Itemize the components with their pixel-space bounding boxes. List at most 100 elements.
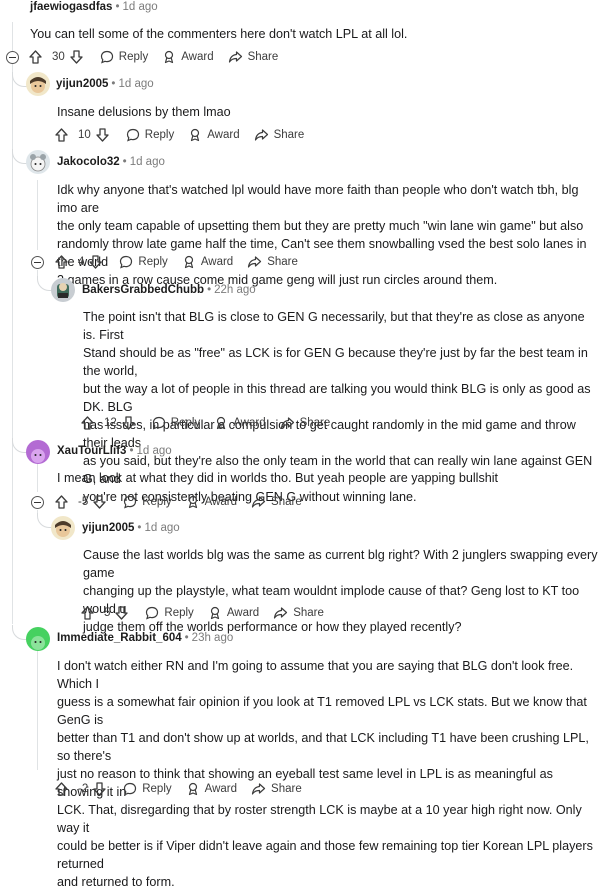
vote-score: 12 — [104, 417, 117, 429]
reply-button[interactable]: Reply — [119, 255, 168, 269]
downvote-icon[interactable] — [93, 495, 106, 509]
avatar[interactable] — [51, 278, 75, 302]
upvote-icon[interactable] — [55, 782, 68, 796]
downvote-icon[interactable] — [96, 128, 109, 142]
share-button[interactable]: Share — [280, 416, 330, 430]
share-icon — [254, 129, 268, 141]
upvote-icon[interactable] — [29, 50, 42, 64]
share-button[interactable]: Share — [251, 495, 302, 509]
reply-icon — [100, 50, 113, 64]
award-button[interactable]: Award — [186, 782, 237, 796]
vote-score: -2 — [78, 783, 89, 795]
comment-body: Idk why anyone that's watched lpl would … — [57, 183, 587, 287]
share-icon — [228, 51, 242, 63]
award-icon — [217, 416, 226, 430]
award-button[interactable]: Award — [186, 495, 237, 509]
reply-button[interactable]: Reply — [145, 606, 194, 620]
collapse-icon[interactable] — [31, 496, 44, 509]
upvote-icon[interactable] — [55, 128, 68, 142]
share-button[interactable]: Share — [251, 782, 302, 796]
award-icon — [191, 128, 200, 142]
share-button[interactable]: Share — [273, 606, 324, 620]
comment-author[interactable]: jfaewiogasdfas — [30, 1, 112, 13]
comment-body: You can tell some of the commenters here… — [30, 27, 408, 41]
reply-button[interactable]: Reply — [100, 50, 148, 64]
upvote-icon[interactable] — [55, 495, 68, 509]
share-icon — [248, 256, 262, 268]
share-button[interactable]: Share — [247, 255, 298, 269]
award-icon — [188, 782, 197, 796]
vote-group: 5 — [81, 606, 133, 620]
share-button[interactable]: Share — [254, 128, 304, 142]
vote-group: 4 — [55, 255, 107, 269]
thread-line-level2c — [37, 462, 38, 492]
avatar[interactable] — [51, 516, 75, 540]
thread-connector — [37, 513, 52, 528]
award-button[interactable]: Award — [188, 128, 240, 142]
collapse-icon[interactable] — [6, 51, 19, 64]
vote-group: -5 — [55, 495, 111, 509]
avatar[interactable] — [26, 72, 50, 96]
comment-author[interactable]: Jakocolo32 — [57, 156, 120, 168]
comment-author[interactable]: Immediate_Rabbit_604 — [57, 632, 182, 644]
comment-author[interactable]: yijun2005 — [56, 78, 108, 90]
comment-meta: yijun2005 • 1d ago — [82, 522, 180, 534]
upvote-icon[interactable] — [81, 416, 94, 430]
award-button[interactable]: Award — [162, 50, 214, 64]
award-button[interactable]: Award — [208, 606, 259, 620]
reply-button[interactable]: Reply — [152, 416, 200, 430]
comment-actions: 30 Reply Award Share — [29, 47, 292, 67]
avatar[interactable] — [26, 440, 50, 464]
downvote-icon[interactable] — [70, 50, 83, 64]
vote-score: 10 — [78, 129, 91, 141]
vote-group: 30 — [29, 50, 88, 64]
comment-body: Insane delusions by them lmao — [57, 105, 231, 119]
comment-body: I mean look at what they did in worlds t… — [57, 471, 499, 485]
downvote-icon[interactable] — [89, 255, 103, 269]
upvote-icon[interactable] — [81, 606, 94, 620]
award-button[interactable]: Award — [214, 416, 266, 430]
award-icon — [210, 606, 219, 620]
comment-author[interactable]: XauTourLlif3 — [57, 445, 126, 457]
share-icon — [251, 496, 266, 508]
comment-meta: Immediate_Rabbit_604 • 23h ago — [57, 632, 234, 644]
vote-group: 12 — [81, 416, 140, 430]
avatar[interactable] — [26, 150, 50, 174]
award-button[interactable]: Award — [182, 255, 233, 269]
comment-author[interactable]: yijun2005 — [82, 522, 134, 534]
share-button[interactable]: Share — [228, 50, 278, 64]
comment-author[interactable]: BakersGrabbedChubb — [82, 284, 204, 296]
comment-meta: Jakocolo32 • 1d ago — [57, 156, 165, 168]
comment-actions: 10 Reply Award Share — [55, 125, 318, 145]
reply-icon — [126, 128, 139, 142]
collapse-icon[interactable] — [31, 256, 44, 269]
comment-time: 1d ago — [136, 445, 172, 457]
comment-meta: yijun2005 • 1d ago — [56, 78, 154, 90]
upvote-icon[interactable] — [55, 255, 68, 269]
vote-score: 30 — [52, 51, 65, 63]
reply-button[interactable]: Reply — [123, 782, 172, 796]
vote-score: -5 — [78, 496, 89, 508]
downvote-icon[interactable] — [115, 606, 129, 620]
downvote-icon[interactable] — [122, 416, 135, 430]
thread-connector — [37, 276, 52, 291]
reply-button[interactable]: Reply — [123, 495, 172, 509]
award-icon — [188, 495, 197, 509]
comment-actions: -2 Reply Award Share — [55, 779, 316, 799]
comment-body: I don't watch either RN and I'm going to… — [57, 659, 593, 889]
share-icon — [280, 417, 294, 429]
avatar[interactable] — [26, 627, 50, 651]
vote-group: -2 — [55, 782, 111, 796]
downvote-icon[interactable] — [93, 782, 106, 796]
thread-connector — [12, 72, 27, 87]
vote-score: 4 — [78, 256, 85, 268]
reply-button[interactable]: Reply — [126, 128, 174, 142]
comment-time: 1d ago — [144, 522, 180, 534]
share-icon — [274, 607, 288, 619]
thread-connector — [12, 149, 27, 164]
thread-line-level2 — [37, 180, 38, 250]
comment-meta: jfaewiogasdfas • 1d ago — [30, 1, 158, 13]
reply-icon — [120, 255, 133, 269]
thread-connector — [12, 438, 27, 453]
comment-time: 1d ago — [129, 156, 165, 168]
